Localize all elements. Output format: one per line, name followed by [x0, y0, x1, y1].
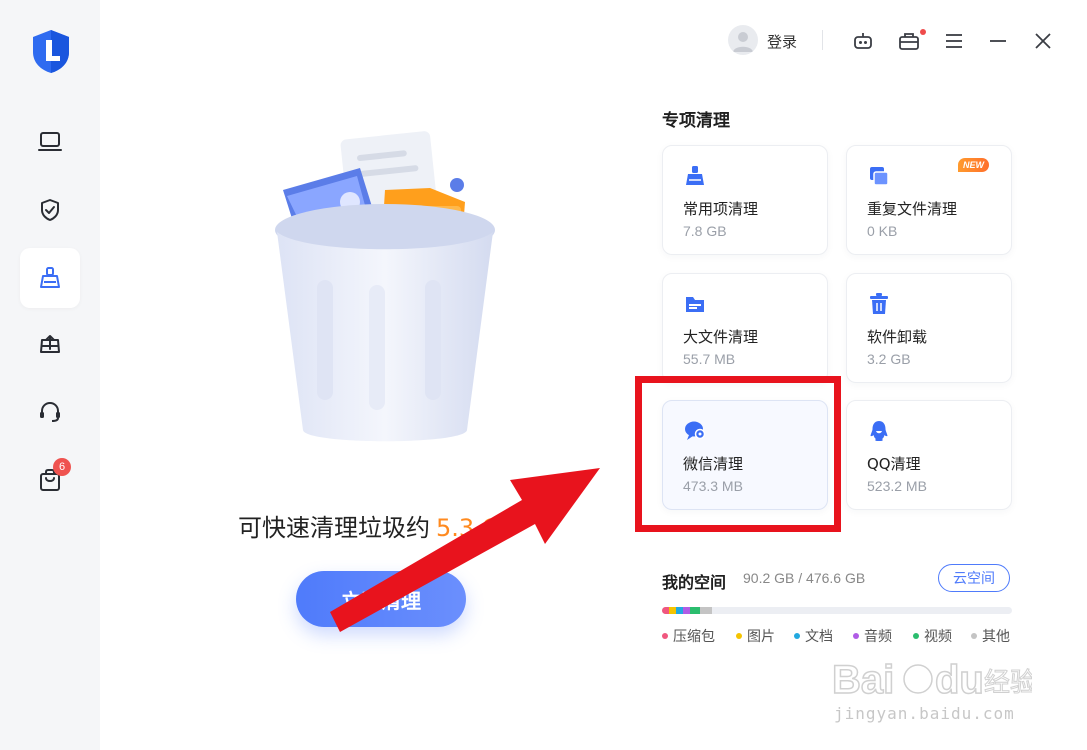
- storage-segment: [699, 607, 712, 614]
- legend-label: 压缩包: [673, 629, 715, 645]
- notification-dot: [920, 29, 926, 35]
- shield-check-icon: [41, 199, 59, 221]
- cleanable-amount: 5.3 G: [436, 514, 501, 542]
- robot-icon[interactable]: [851, 29, 875, 53]
- legend-dot: [662, 633, 668, 639]
- headset-icon: [40, 401, 60, 422]
- legend-dot: [853, 633, 859, 639]
- nav-security[interactable]: [20, 180, 80, 240]
- cleanable-label: 可快速清理垃圾约: [238, 514, 430, 542]
- legend-label: 音频: [864, 629, 892, 645]
- legend-dot: [794, 633, 800, 639]
- baidu-watermark: Bai du 经验: [831, 655, 1036, 735]
- clean-now-button[interactable]: 立即清理: [296, 571, 466, 627]
- card-qq-cleanup[interactable]: QQ清理 523.2 MB: [846, 400, 1012, 510]
- highlight-box: [635, 376, 841, 532]
- storage-title: 我的空间: [662, 573, 727, 592]
- legend-other: 其他: [971, 626, 1010, 646]
- login-link[interactable]: 登录: [767, 31, 797, 52]
- storage-usage: 90.2 GB / 476.6 GB: [743, 570, 866, 586]
- legend-dot: [913, 633, 919, 639]
- card-size: 55.7 MB: [683, 351, 736, 367]
- card-large-files[interactable]: 大文件清理 55.7 MB: [662, 273, 828, 383]
- storage-segment: [683, 607, 691, 614]
- duplicate-files-icon: [867, 164, 891, 188]
- legend-label: 其他: [982, 629, 1010, 645]
- nav-computer[interactable]: [20, 112, 80, 172]
- storage-segment: [676, 607, 684, 614]
- legend-dot: [736, 633, 742, 639]
- card-software-uninstall[interactable]: 软件卸载 3.2 GB: [846, 273, 1012, 383]
- computer-icon: [38, 132, 62, 151]
- card-size: 523.2 MB: [867, 478, 927, 494]
- svg-text:du: du: [935, 658, 984, 702]
- special-cleaning-title: 专项清理: [662, 111, 730, 131]
- card-size: 3.2 GB: [867, 351, 911, 367]
- cleanable-summary: 可快速清理垃圾约 5.3 G: [238, 508, 500, 543]
- menu-icon[interactable]: [942, 29, 966, 53]
- card-name: 重复文件清理: [867, 200, 958, 218]
- trash-can-illustration: [265, 130, 505, 460]
- legend-dot: [971, 633, 977, 639]
- card-duplicate-files[interactable]: NEW 重复文件清理 0 KB: [846, 145, 1012, 255]
- nav-cleanup[interactable]: [20, 248, 80, 308]
- broom-icon: [40, 267, 60, 288]
- toolbox-icon[interactable]: [897, 29, 921, 53]
- legend-label: 图片: [747, 629, 775, 645]
- card-size: 7.8 GB: [683, 223, 727, 239]
- card-size: 0 KB: [867, 223, 898, 239]
- legend-label: 视频: [924, 629, 952, 645]
- broom-icon: [683, 164, 707, 188]
- card-common-cleanup[interactable]: 常用项清理 7.8 GB: [662, 145, 828, 255]
- minimize-icon[interactable]: [986, 29, 1010, 53]
- svg-text:Bai: Bai: [832, 658, 894, 702]
- close-icon[interactable]: [1031, 29, 1055, 53]
- new-tag: NEW: [958, 158, 989, 172]
- legend-images: 图片: [736, 626, 775, 646]
- legend-documents: 文档: [794, 626, 833, 646]
- user-avatar[interactable]: [728, 25, 758, 55]
- watermark-url: jingyan.baidu.com: [834, 704, 1015, 723]
- cloud-space-button[interactable]: 云空间: [938, 564, 1010, 592]
- titlebar-divider: [822, 30, 823, 50]
- nav-store[interactable]: 6: [20, 450, 80, 510]
- legend-video: 视频: [913, 626, 952, 646]
- store-badge: 6: [53, 458, 71, 476]
- trash-icon: [867, 292, 891, 316]
- folder-icon: [683, 292, 707, 316]
- storage-segment: [690, 607, 700, 614]
- nav-drive[interactable]: [20, 314, 80, 374]
- nav-support[interactable]: [20, 382, 80, 442]
- sidebar: 6: [0, 0, 100, 750]
- storage-segment: [669, 607, 677, 614]
- card-name: QQ清理: [867, 455, 921, 473]
- legend-label: 文档: [805, 629, 833, 645]
- card-name: 大文件清理: [683, 328, 759, 346]
- card-name: 软件卸载: [867, 328, 928, 346]
- svg-text:经验: 经验: [984, 668, 1032, 698]
- app-logo: [30, 28, 72, 74]
- drive-icon: [40, 335, 60, 353]
- card-name: 常用项清理: [683, 200, 759, 218]
- qq-icon: [867, 419, 891, 443]
- legend-archive: 压缩包: [662, 626, 715, 646]
- legend-audio: 音频: [853, 626, 892, 646]
- storage-usage-bar: [662, 607, 1012, 614]
- storage-segment: [662, 607, 670, 614]
